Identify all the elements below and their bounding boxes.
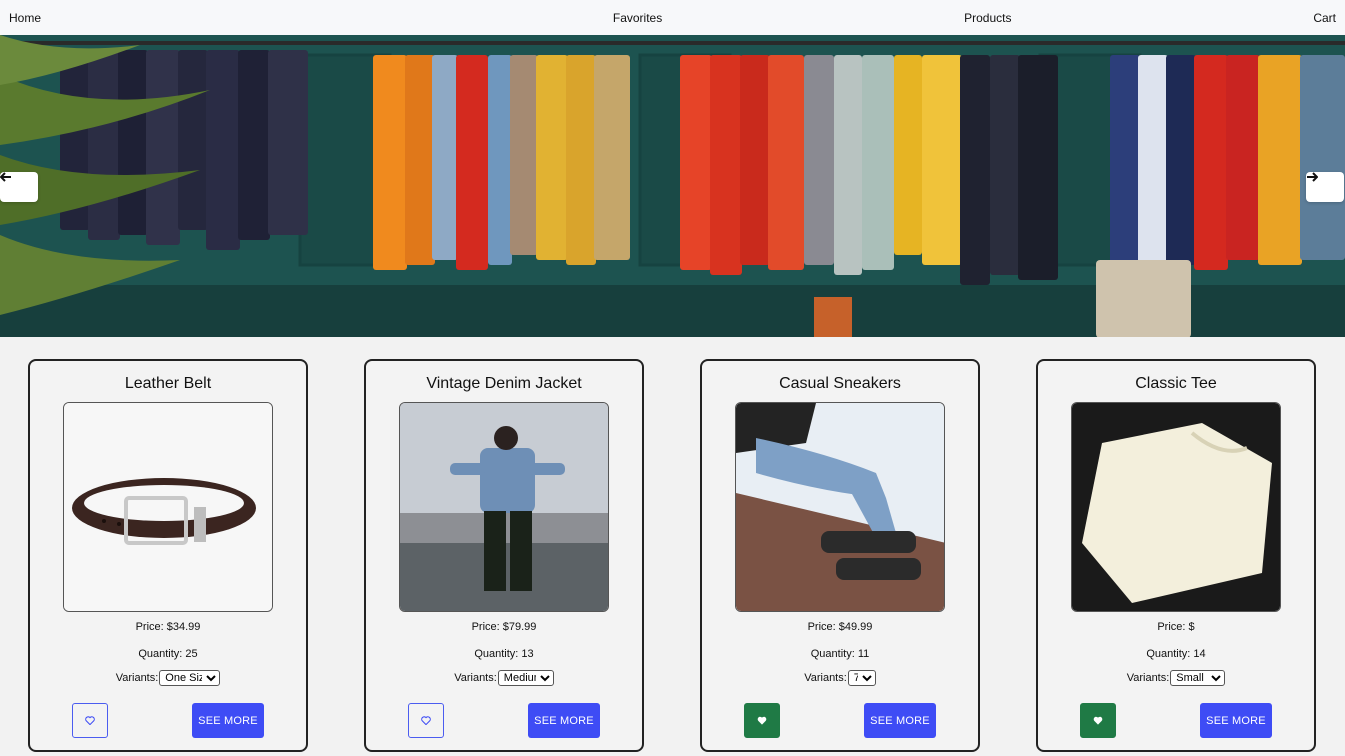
denim-jacket-image <box>400 403 608 611</box>
nav-cart-link[interactable]: Cart <box>1313 11 1336 25</box>
product-price: Price: $79.99 <box>471 621 537 633</box>
product-quantity: Quantity: 13 <box>474 648 534 660</box>
variants-row: Variants: Medium <box>366 670 642 686</box>
hero-carousel <box>0 35 1345 337</box>
product-price: Price: $34.99 <box>135 621 201 633</box>
product-card: Classic Tee Price: $ Quantity: 14 Varian… <box>1036 359 1316 752</box>
heart-outline-icon <box>85 716 95 725</box>
product-price: Price: $49.99 <box>807 621 873 633</box>
favorite-button[interactable] <box>408 703 444 738</box>
product-quantity: Quantity: 25 <box>138 648 198 660</box>
product-image[interactable] <box>63 402 273 612</box>
see-more-button[interactable]: SEE MORE <box>528 703 600 738</box>
variants-label: Variants: <box>115 672 159 684</box>
variant-select[interactable]: Small <box>1170 670 1226 686</box>
nav-home-link[interactable]: Home <box>9 11 41 25</box>
classic-tee-image <box>1072 403 1280 611</box>
heart-filled-icon <box>757 716 767 725</box>
arrow-left-icon <box>0 172 11 182</box>
product-price: Price: $ <box>1157 621 1195 633</box>
hero-image <box>0 35 1345 337</box>
product-title: Casual Sneakers <box>779 375 901 392</box>
product-card: Vintage Denim Jacket Price: $79.99 Quant… <box>364 359 644 752</box>
favorite-button[interactable] <box>744 703 780 738</box>
top-nav: Home Favorites Products Cart <box>0 0 1345 35</box>
arrow-right-icon <box>1307 172 1318 182</box>
see-more-button[interactable]: SEE MORE <box>864 703 936 738</box>
variant-select[interactable]: Medium <box>497 670 554 686</box>
product-title: Vintage Denim Jacket <box>426 375 582 392</box>
heart-filled-icon <box>1093 716 1103 725</box>
product-title: Classic Tee <box>1135 375 1217 392</box>
variants-label: Variants: <box>804 672 847 684</box>
product-grid: Leather Belt Price: $34.99 Quantity: 25 … <box>0 359 1345 756</box>
sneakers-image <box>736 403 944 611</box>
product-image[interactable] <box>399 402 609 612</box>
leather-belt-image <box>64 403 272 611</box>
product-quantity: Quantity: 14 <box>1146 648 1206 660</box>
carousel-next-button[interactable] <box>1306 172 1344 202</box>
favorite-button[interactable] <box>1080 703 1116 738</box>
variants-row: Variants: 7 <box>702 670 978 686</box>
variants-row: Variants: Small <box>1038 670 1314 686</box>
see-more-button[interactable]: SEE MORE <box>1200 703 1272 738</box>
product-image[interactable] <box>1071 402 1281 612</box>
product-card: Casual Sneakers Price: $49.99 Quantity: … <box>700 359 980 752</box>
variants-label: Variants: <box>1126 672 1170 684</box>
product-quantity: Quantity: 11 <box>810 648 870 660</box>
see-more-button[interactable]: SEE MORE <box>192 703 264 738</box>
favorite-button[interactable] <box>72 703 108 738</box>
variants-label: Variants: <box>454 672 497 684</box>
product-image[interactable] <box>735 402 945 612</box>
nav-favorites-link[interactable]: Favorites <box>613 11 662 25</box>
variant-select[interactable]: 7 <box>847 670 876 686</box>
product-title: Leather Belt <box>124 375 212 392</box>
variants-row: Variants: One Size <box>30 670 306 686</box>
heart-outline-icon <box>421 716 431 725</box>
nav-products-link[interactable]: Products <box>964 11 1011 25</box>
carousel-prev-button[interactable] <box>0 172 38 202</box>
variant-select[interactable]: One Size <box>159 670 221 686</box>
product-card: Leather Belt Price: $34.99 Quantity: 25 … <box>28 359 308 752</box>
